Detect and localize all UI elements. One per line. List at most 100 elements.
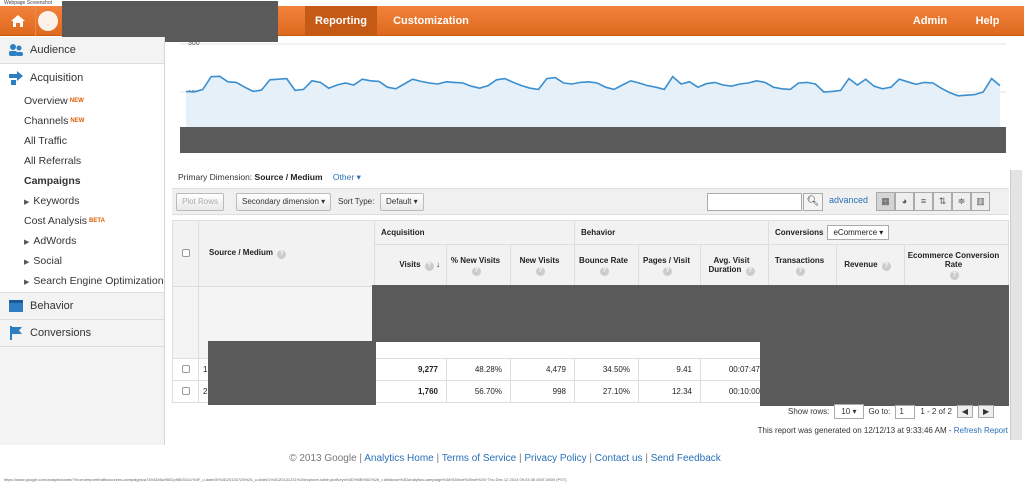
bounce-rate-label: Bounce Rate bbox=[579, 255, 628, 265]
report-generated-note: This report was generated on 12/12/13 at… bbox=[758, 426, 1008, 435]
expand-arrow-icon: ▶ bbox=[24, 279, 30, 286]
row-checkbox[interactable] bbox=[181, 364, 190, 373]
sidebar-item-conversions[interactable]: Conversions bbox=[0, 320, 164, 347]
cost-analysis-label: Cost Analysis bbox=[24, 215, 88, 227]
cell-visits: 9,277 bbox=[374, 358, 447, 381]
goto-page-input[interactable]: 1 bbox=[895, 404, 916, 419]
revenue-label: Revenue bbox=[844, 260, 878, 269]
cell-pct-new-visits: 48.28% bbox=[446, 358, 511, 381]
page-range: 1 - 2 of 2 bbox=[920, 407, 952, 416]
next-page-button[interactable]: ▶ bbox=[978, 405, 995, 418]
sidebar-item-keywords[interactable]: ▶ Keywords bbox=[0, 191, 164, 211]
show-rows-label: Show rows: bbox=[788, 407, 830, 416]
performance-view-icon[interactable]: ≡ bbox=[914, 192, 933, 211]
chevron-down-icon: ▾ bbox=[413, 197, 418, 206]
primary-dimension-value[interactable]: Source / Medium bbox=[255, 172, 323, 182]
footer-link-contact[interactable]: Contact us bbox=[595, 453, 643, 464]
account-globe-icon[interactable] bbox=[38, 11, 58, 31]
redacted-conversion-values bbox=[760, 342, 1009, 406]
sidebar-item-social[interactable]: ▶ Social bbox=[0, 251, 164, 271]
home-button[interactable] bbox=[0, 6, 36, 36]
secondary-dimension-dropdown[interactable]: Secondary dimension ▾ bbox=[236, 193, 332, 211]
footer-link-feedback[interactable]: Send Feedback bbox=[651, 453, 721, 464]
pie-view-icon[interactable]: ◕ bbox=[895, 192, 914, 211]
refresh-report-link[interactable]: Refresh Report bbox=[954, 426, 1008, 435]
tab-reporting[interactable]: Reporting bbox=[305, 6, 377, 36]
row-checkbox[interactable] bbox=[181, 386, 190, 395]
channels-label: Channels bbox=[24, 115, 69, 127]
select-all-checkbox[interactable] bbox=[181, 248, 190, 257]
help-icon[interactable]: ? bbox=[881, 262, 891, 271]
help-icon[interactable]: ? bbox=[745, 266, 755, 276]
sidebar-item-seo[interactable]: ▶ Search Engine Optimization bbox=[0, 271, 164, 291]
help-icon[interactable]: ? bbox=[796, 266, 805, 276]
social-label: Social bbox=[33, 255, 62, 267]
help-icon[interactable]: ? bbox=[424, 262, 434, 271]
cell-bounce-rate: 27.10% bbox=[574, 380, 639, 403]
help-icon[interactable]: ? bbox=[472, 266, 481, 276]
col-revenue[interactable]: Revenue ? bbox=[836, 244, 905, 287]
chevron-down-icon: ▾ bbox=[321, 197, 326, 206]
sidebar-item-all-referrals[interactable]: All Referrals bbox=[0, 151, 164, 171]
help-icon[interactable]: ? bbox=[950, 271, 959, 280]
other-dimension-dropdown[interactable]: Other ▾ bbox=[333, 172, 361, 182]
sidebar-item-channels[interactable]: Channels NEW bbox=[0, 111, 164, 131]
tab-admin[interactable]: Admin bbox=[900, 6, 960, 36]
sidebar-label-acquisition: Acquisition bbox=[30, 71, 84, 84]
acquisition-group-header: Acquisition bbox=[374, 220, 575, 245]
sidebar-item-adwords[interactable]: ▶ AdWords bbox=[0, 231, 164, 251]
sidebar-label-conversions: Conversions bbox=[30, 327, 92, 339]
chevron-down-icon: ▾ bbox=[356, 172, 361, 182]
sidebar-item-behavior[interactable]: Behavior bbox=[0, 293, 164, 320]
col-visits[interactable]: Visits ? ↓ bbox=[374, 244, 447, 287]
term-cloud-view-icon[interactable]: ≑ bbox=[952, 192, 971, 211]
col-pct-new-visits[interactable]: % New Visits? bbox=[446, 244, 511, 287]
conversions-label: Conversions bbox=[775, 228, 824, 237]
sidebar-item-all-traffic[interactable]: All Traffic bbox=[0, 131, 164, 151]
sidebar-item-overview[interactable]: Overview NEW bbox=[0, 91, 164, 111]
plot-rows-button[interactable]: Plot Rows bbox=[176, 193, 225, 211]
col-transactions[interactable]: Transactions? bbox=[768, 244, 837, 287]
expand-arrow-icon: ▶ bbox=[24, 259, 30, 266]
help-icon[interactable]: ? bbox=[536, 266, 545, 276]
cell-pct-new-visits: 56.70% bbox=[446, 380, 511, 403]
advanced-filter-link[interactable]: advanced bbox=[829, 195, 868, 205]
adwords-label: AdWords bbox=[33, 235, 77, 247]
table-search-input[interactable] bbox=[707, 193, 802, 211]
cell-avg-duration: 00:07:47 bbox=[700, 358, 769, 381]
new-badge: NEW bbox=[70, 118, 85, 124]
col-bounce-rate[interactable]: Bounce Rate? bbox=[574, 244, 639, 287]
select-all-header bbox=[172, 220, 199, 287]
prev-page-button[interactable]: ◀ bbox=[956, 405, 974, 418]
sidebar-item-acquisition[interactable]: Acquisition bbox=[0, 64, 164, 91]
footer-link-terms[interactable]: Terms of Service bbox=[442, 453, 516, 464]
col-ecommerce-rate[interactable]: Ecommerce Conversion Rate? bbox=[904, 244, 1009, 287]
pages-visit-label: Pages / Visit bbox=[643, 255, 690, 265]
sidebar-item-audience[interactable]: Audience bbox=[0, 37, 164, 64]
sidebar-item-campaigns[interactable]: Campaigns bbox=[0, 171, 164, 191]
col-pages-visit[interactable]: Pages / Visit? bbox=[638, 244, 701, 287]
comparison-view-icon[interactable]: ⇅ bbox=[933, 192, 952, 211]
page-scrollbar[interactable] bbox=[1010, 170, 1022, 440]
tab-customization[interactable]: Customization bbox=[385, 6, 477, 36]
help-icon[interactable]: ? bbox=[277, 250, 287, 259]
help-icon[interactable]: ? bbox=[663, 266, 672, 276]
pivot-view-icon[interactable]: ▥ bbox=[971, 192, 990, 211]
footer-link-privacy[interactable]: Privacy Policy bbox=[524, 453, 586, 464]
conversion-type-dropdown[interactable]: eCommerce ▾ bbox=[827, 225, 890, 240]
tab-help[interactable]: Help bbox=[965, 6, 1010, 36]
source-medium-header[interactable]: Source / Medium ? bbox=[198, 220, 375, 287]
col-avg-duration[interactable]: Avg. Visit Duration ? bbox=[700, 244, 769, 287]
footer-link-analytics-home[interactable]: Analytics Home bbox=[364, 453, 433, 464]
visits-label: Visits bbox=[399, 260, 421, 269]
table-view-icon[interactable]: ▦ bbox=[876, 192, 895, 211]
sort-type-dropdown[interactable]: Default ▾ bbox=[380, 193, 424, 211]
col-new-visits[interactable]: New Visits? bbox=[510, 244, 575, 287]
search-icon[interactable]: 🔍︎ bbox=[803, 193, 823, 211]
page-footer: © 2013 Google | Analytics Home | Terms o… bbox=[289, 453, 721, 464]
primary-dimension-label: Primary Dimension: bbox=[178, 172, 253, 182]
rows-per-page-select[interactable]: 10 ▾ bbox=[834, 404, 864, 419]
transactions-label: Transactions bbox=[774, 255, 825, 265]
help-icon[interactable]: ? bbox=[600, 266, 609, 276]
sidebar-item-cost-analysis[interactable]: Cost Analysis BETA bbox=[0, 211, 164, 231]
